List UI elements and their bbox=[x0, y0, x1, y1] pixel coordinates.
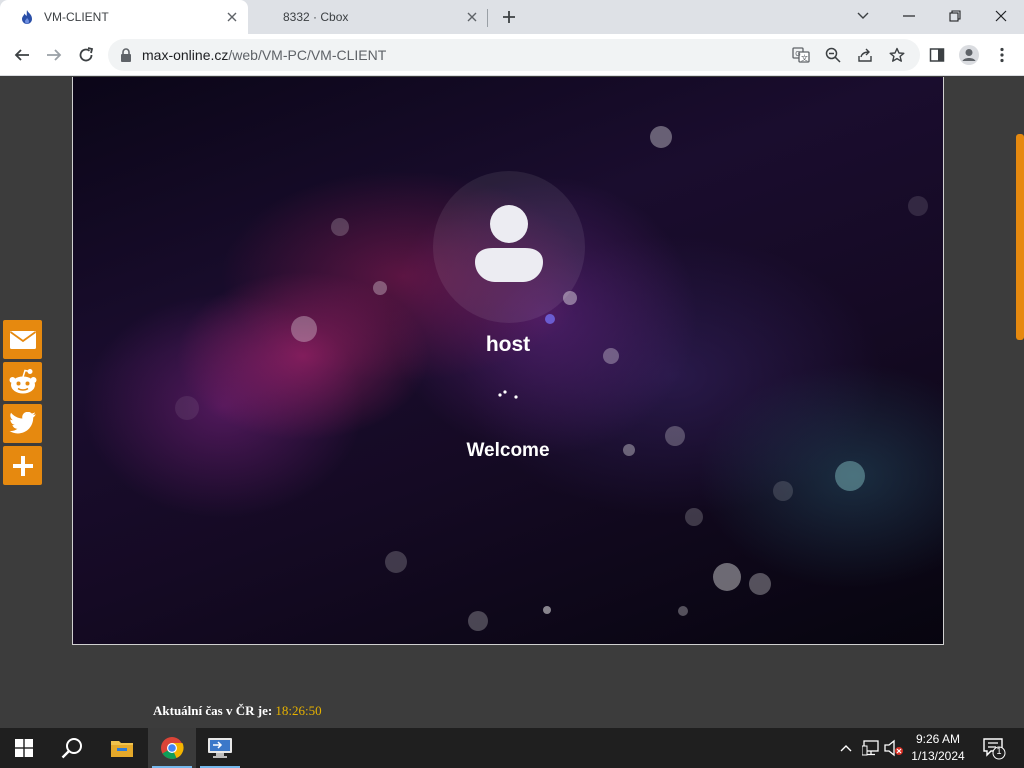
windows-start-icon bbox=[15, 739, 33, 757]
arrow-right-icon bbox=[47, 49, 62, 61]
side-panel-icon[interactable] bbox=[925, 43, 949, 67]
windows-taskbar: 9:26 AM 1/13/2024 1 bbox=[0, 728, 1024, 768]
close-window-button[interactable] bbox=[978, 0, 1024, 32]
menu-icon[interactable] bbox=[990, 43, 1014, 67]
tab-title: 8332 · Cbox bbox=[283, 10, 349, 24]
minimize-button[interactable] bbox=[886, 0, 932, 32]
page-content: host Welcome Aktuální čas v ČR je: 18:26… bbox=[0, 77, 1024, 728]
time-value: 18:26:50 bbox=[275, 703, 322, 718]
user-avatar-icon bbox=[473, 204, 545, 284]
bokeh-particle bbox=[749, 573, 771, 595]
bokeh-particle bbox=[385, 551, 407, 573]
bokeh-particle bbox=[650, 126, 672, 148]
chevron-down-icon bbox=[857, 12, 869, 19]
reload-button[interactable] bbox=[72, 41, 100, 69]
tab-separator bbox=[487, 9, 488, 27]
url-path: /web/VM-PC/VM-CLIENT bbox=[228, 47, 387, 63]
tab-title: VM-CLIENT bbox=[44, 10, 109, 24]
share-more-button[interactable] bbox=[3, 446, 42, 485]
forward-button[interactable] bbox=[40, 41, 68, 69]
search-icon bbox=[61, 738, 82, 759]
share-twitter-button[interactable] bbox=[3, 404, 42, 443]
vm-status: Welcome bbox=[466, 440, 550, 461]
bokeh-particle bbox=[543, 606, 551, 614]
tab-search-button[interactable] bbox=[840, 0, 886, 32]
bokeh-particle bbox=[468, 611, 488, 631]
bokeh-particle bbox=[773, 481, 793, 501]
bokeh-particle bbox=[678, 606, 688, 616]
bokeh-particle bbox=[331, 218, 349, 236]
network-icon[interactable] bbox=[861, 738, 881, 758]
browser-toolbar: max-online.cz/web/VM-PC/VM-CLIENT G文 bbox=[0, 34, 1024, 76]
share-reddit-button[interactable] bbox=[3, 362, 42, 401]
vm-screen[interactable]: host Welcome bbox=[72, 77, 944, 645]
arrow-left-icon bbox=[14, 49, 29, 61]
chrome-icon bbox=[161, 737, 184, 759]
remote-desktop-icon bbox=[208, 738, 232, 758]
chevron-up-icon[interactable] bbox=[836, 738, 856, 758]
loading-spinner-icon bbox=[497, 386, 521, 399]
bokeh-particle bbox=[373, 281, 387, 295]
share-icon[interactable] bbox=[854, 44, 876, 66]
close-tab-icon[interactable] bbox=[462, 7, 482, 27]
taskbar-search-button[interactable] bbox=[48, 728, 96, 768]
scrollbar-thumb[interactable] bbox=[1016, 134, 1024, 340]
tab-strip: VM-CLIENT 8332 · Cbox bbox=[0, 0, 1024, 34]
lock-icon[interactable] bbox=[120, 48, 134, 62]
close-tab-icon[interactable] bbox=[222, 7, 242, 27]
share-email-button[interactable] bbox=[3, 320, 42, 359]
volume-muted-icon[interactable] bbox=[884, 738, 904, 758]
star-icon[interactable] bbox=[886, 44, 908, 66]
plus-icon bbox=[503, 11, 515, 23]
svg-text:文: 文 bbox=[801, 54, 808, 63]
profile-icon[interactable] bbox=[957, 43, 981, 67]
notifications-icon[interactable]: 1 bbox=[982, 736, 1006, 760]
bokeh-particle bbox=[713, 563, 741, 591]
vm-username: host bbox=[485, 333, 531, 356]
clock-date: 1/13/2024 bbox=[911, 749, 965, 763]
minimize-icon bbox=[903, 15, 915, 17]
taskbar-clock[interactable]: 9:26 AM 1/13/2024 bbox=[906, 731, 970, 765]
chrome-taskbar-button[interactable] bbox=[148, 728, 196, 768]
tab-cbox[interactable]: 8332 · Cbox bbox=[250, 0, 488, 34]
bokeh-particle bbox=[685, 508, 703, 526]
bokeh-particle bbox=[545, 314, 555, 324]
translate-icon[interactable]: G文 bbox=[790, 44, 812, 66]
notification-count: 1 bbox=[996, 746, 1002, 756]
bokeh-particle bbox=[175, 396, 199, 420]
restore-button[interactable] bbox=[932, 0, 978, 32]
clock-time: 9:26 AM bbox=[915, 732, 961, 746]
url-host: max-online.cz bbox=[142, 47, 229, 63]
flame-icon bbox=[18, 8, 36, 26]
plus-icon bbox=[12, 455, 33, 476]
current-time-line: Aktuální čas v ČR je: 18:26:50 bbox=[153, 703, 322, 719]
restore-icon bbox=[949, 10, 961, 22]
reload-icon bbox=[79, 47, 94, 62]
bokeh-particle bbox=[835, 461, 865, 491]
svg-text:G: G bbox=[795, 51, 800, 58]
close-icon bbox=[995, 10, 1007, 22]
new-tab-button[interactable] bbox=[498, 6, 520, 28]
address-bar[interactable]: max-online.cz/web/VM-PC/VM-CLIENT G文 bbox=[108, 39, 920, 71]
zoom-out-icon[interactable] bbox=[822, 44, 844, 66]
file-explorer-button[interactable] bbox=[98, 728, 146, 768]
email-icon bbox=[9, 330, 36, 349]
bokeh-particle bbox=[908, 196, 928, 216]
twitter-icon bbox=[8, 411, 36, 433]
remote-desktop-button[interactable] bbox=[196, 728, 244, 768]
start-button[interactable] bbox=[0, 728, 48, 768]
file-explorer-icon bbox=[111, 741, 133, 757]
reddit-icon bbox=[9, 368, 36, 393]
back-button[interactable] bbox=[8, 41, 36, 69]
time-label: Aktuální čas v ČR je: bbox=[153, 703, 273, 718]
tab-vm-client[interactable]: VM-CLIENT bbox=[0, 0, 248, 34]
